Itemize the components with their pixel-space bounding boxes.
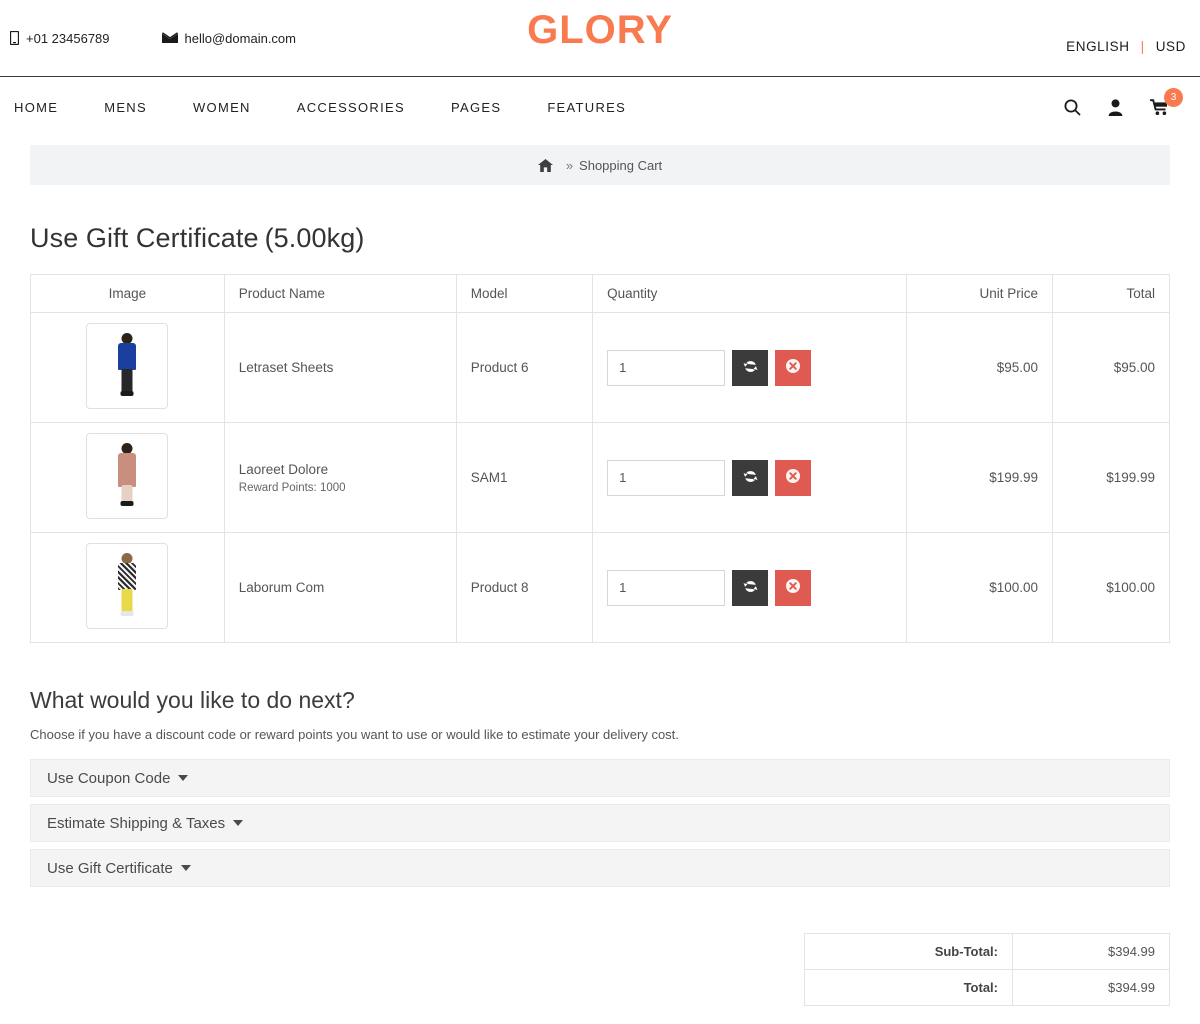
column-header-model: Model [455,274,594,313]
update-quantity-button[interactable] [732,459,769,496]
remove-circle-icon [785,578,801,597]
refresh-icon [743,579,758,597]
site-logo[interactable]: GLORY [0,8,1200,53]
cell-model: SAM1 [455,422,594,533]
quantity-controls [607,349,892,386]
totals-row-subtotal: Sub-Total: $394.99 [804,933,1170,970]
column-header-image: Image [30,274,225,313]
next-steps-heading: What would you like to do next? [30,687,355,713]
chevron-down-icon [180,865,191,871]
remove-circle-icon [785,468,801,487]
nav-item-mens[interactable]: MENS [104,100,147,115]
main-nav: HOME MENS WOMEN ACCESSORIES PAGES FEATUR… [10,100,672,115]
cell-product-name: Laborum Com [223,532,457,643]
page-container: » Shopping Cart Use Gift Certificate (5.0… [0,145,1200,1024]
nav-item-pages[interactable]: PAGES [451,100,501,115]
product-name-link[interactable]: Letraset Sheets [239,360,334,375]
remove-item-button[interactable] [775,569,812,606]
next-steps-description: Choose if you have a discount code or re… [30,727,679,742]
page-title-text: Use Gift Certificate [30,223,259,253]
page-title: Use Gift Certificate (5.00kg) [30,223,1170,254]
cell-quantity [592,532,907,643]
page-title-weight: (5.00kg) [264,223,365,253]
cell-unit-price: $199.99 [905,422,1054,533]
accordion-label: Use Coupon Code [47,769,171,787]
remove-item-button[interactable] [775,459,812,496]
product-name-link[interactable]: Laoreet Dolore [239,462,328,477]
nav-item-accessories[interactable]: ACCESSORIES [297,100,405,115]
cell-product-name: Letraset Sheets [223,312,457,423]
remove-item-button[interactable] [775,349,812,386]
remove-circle-icon [785,358,801,377]
product-thumbnail-link[interactable] [86,543,169,629]
cell-unit-price: $95.00 [905,312,1054,423]
cell-product-name: Laoreet Dolore Reward Points: 1000 [223,422,457,533]
table-row: Letraset Sheets Product 6 1 $95.00 $95.0… [30,312,1170,423]
cell-unit-price: $100.00 [905,532,1054,643]
subtotal-value: $394.99 [1012,933,1170,970]
product-thumbnail-link[interactable] [86,323,169,409]
cart-table-header-row: Image Product Name Model Quantity Unit P… [30,274,1170,313]
cart-table-body: Letraset Sheets Product 6 1 $95.00 $95.0… [30,312,1170,643]
refresh-icon [743,359,758,377]
cart-item-count-badge: 3 [1164,87,1183,107]
table-row: Laborum Com Product 8 1 $100.00 $100.00 [30,532,1170,643]
breadcrumb: » Shopping Cart [30,145,1170,185]
nav-item-women[interactable]: WOMEN [193,100,251,115]
chevron-down-icon [233,820,244,826]
cart-table-head: Image Product Name Model Quantity Unit P… [30,274,1170,313]
cell-model: Product 6 [455,312,594,423]
cell-quantity [592,312,907,423]
quantity-controls [607,569,892,606]
cell-total: $199.99 [1052,422,1170,533]
accordion-use-gift-certificate[interactable]: Use Gift Certificate [30,849,1170,887]
nav-item-features[interactable]: FEATURES [547,100,626,115]
column-header-total: Total [1052,274,1170,313]
subtotal-label: Sub-Total: [804,933,1013,970]
totals-row-total: Total: $394.99 [804,969,1170,1006]
chevron-down-icon [178,775,189,781]
cell-total: $95.00 [1052,312,1170,423]
quantity-input[interactable] [607,569,726,606]
main-navigation-bar: HOME MENS WOMEN ACCESSORIES PAGES FEATUR… [0,76,1200,137]
update-quantity-button[interactable] [732,569,769,606]
nav-item-home[interactable]: HOME [14,100,58,115]
column-header-unit-price: Unit Price [905,274,1054,313]
total-value: $394.99 [1012,969,1170,1006]
cell-product-image [30,422,225,533]
accordion-use-coupon-code[interactable]: Use Coupon Code [30,759,1170,797]
refresh-icon [743,469,758,487]
home-icon[interactable] [537,158,553,172]
breadcrumb-separator: » [565,157,574,173]
quantity-input[interactable] [607,349,726,386]
accordion-estimate-shipping-taxes[interactable]: Estimate Shipping & Taxes [30,804,1170,842]
cell-product-image [30,532,225,643]
cell-model: Product 8 [455,532,594,643]
column-header-quantity: Quantity [592,274,907,313]
user-account-icon[interactable] [1108,98,1123,116]
column-header-product-name: Product Name [223,274,457,313]
product-name-link[interactable]: Laborum Com [239,580,325,595]
total-label: Total: [804,969,1013,1006]
shopping-cart-icon[interactable]: 3 [1150,87,1183,116]
cell-product-image [30,312,225,423]
accordion-label: Estimate Shipping & Taxes [47,814,226,832]
breadcrumb-current[interactable]: Shopping Cart [579,158,662,173]
search-icon[interactable] [1064,99,1081,116]
cart-table: Image Product Name Model Quantity Unit P… [30,274,1170,643]
totals-table: Sub-Total: $394.99 Total: $394.99 [804,933,1170,1006]
table-row: Laoreet Dolore Reward Points: 1000 SAM1 [30,422,1170,533]
accordion-group: Use Coupon Code Estimate Shipping & Taxe… [30,759,1170,887]
nav-icon-group: 3 [1064,87,1186,116]
quantity-controls [607,459,892,496]
product-thumbnail-link[interactable] [86,433,169,519]
totals-section: Sub-Total: $394.99 Total: $394.99 [30,933,1170,1006]
cell-total: $100.00 [1052,532,1170,643]
reward-points-label: Reward Points: 1000 [238,481,346,494]
update-quantity-button[interactable] [732,349,769,386]
quantity-input[interactable] [607,459,726,496]
top-bar: +01 23456789 hello@domain.com GLORY ENGL… [0,0,1200,76]
accordion-label: Use Gift Certificate [47,859,173,877]
cell-quantity [592,422,907,533]
